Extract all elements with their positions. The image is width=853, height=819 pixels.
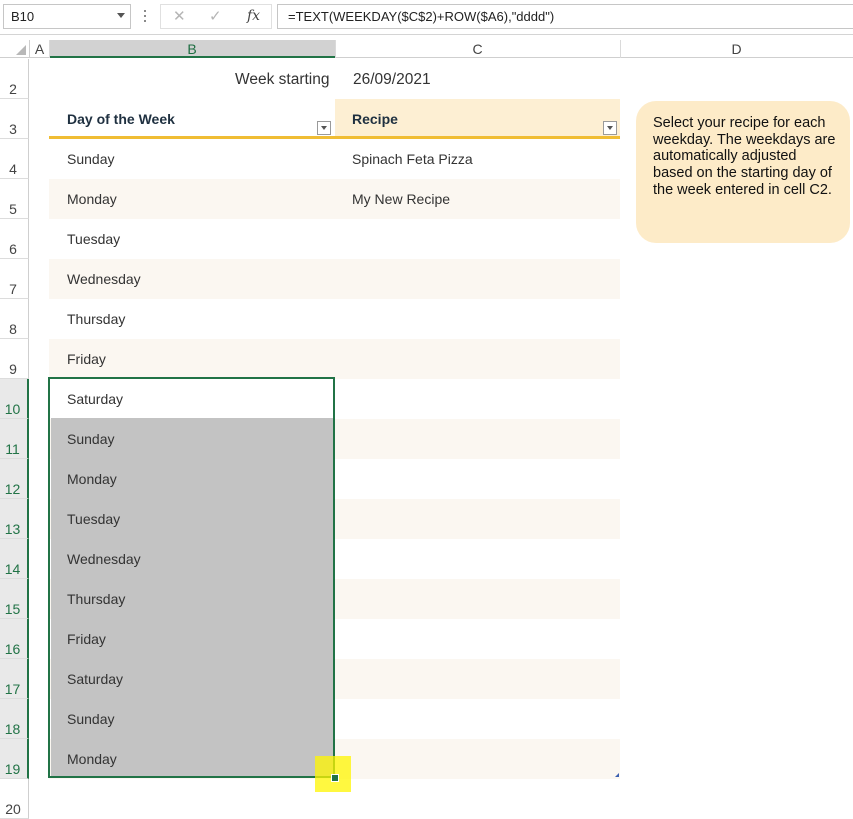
row-number: 15 [4, 601, 21, 617]
table-resize-handle[interactable] [615, 773, 619, 777]
column-divider[interactable] [49, 40, 50, 58]
day-cell[interactable]: Wednesday [67, 271, 141, 287]
row-header[interactable]: 7 [0, 259, 29, 299]
week-starting-label: Week starting [235, 71, 330, 88]
row-header[interactable]: 13 [0, 499, 29, 539]
row-number: 3 [9, 121, 17, 137]
band-row [49, 179, 620, 219]
row-header[interactable]: 8 [0, 299, 29, 339]
formula-input[interactable]: =TEXT(WEEKDAY($C$2)+ROW($A6),"dddd") [277, 4, 853, 29]
row-header[interactable]: 9 [0, 339, 29, 379]
name-box-dropdown-icon[interactable] [117, 13, 125, 18]
row-header[interactable]: 17 [0, 659, 29, 699]
row-header[interactable]: 20 [0, 779, 29, 819]
name-box-value: B10 [11, 9, 35, 24]
instruction-note: Select your recipe for each weekday. The… [636, 101, 850, 243]
row-header[interactable]: 2 [0, 59, 29, 99]
day-cell[interactable]: Sunday [67, 151, 114, 167]
row-number: 17 [4, 681, 21, 697]
column-header-a[interactable]: A [30, 40, 49, 58]
band-row [49, 339, 620, 379]
row-header[interactable]: 18 [0, 699, 29, 739]
row-header[interactable]: 12 [0, 459, 29, 499]
row-number: 8 [9, 321, 17, 337]
column-header-b[interactable]: B [49, 40, 335, 58]
day-cell[interactable]: Tuesday [67, 231, 120, 247]
row-number: 20 [5, 801, 21, 817]
column-divider[interactable] [620, 40, 621, 58]
formula-buttons: ✕ ✓ fx [160, 4, 272, 29]
row-header[interactable]: 4 [0, 139, 29, 179]
row-number: 14 [4, 561, 21, 577]
dropdown-arrow-icon[interactable] [317, 121, 331, 135]
column-header-d[interactable]: D [620, 40, 853, 58]
day-cell[interactable]: Thursday [67, 311, 125, 327]
row-number: 11 [5, 441, 20, 457]
row-header[interactable]: 11 [0, 419, 29, 459]
row-number: 19 [4, 761, 21, 777]
row-header[interactable]: 16 [0, 619, 29, 659]
week-starting-value[interactable]: 26/09/2021 [353, 71, 431, 89]
row-header[interactable]: 3 [0, 99, 29, 139]
recipe-header[interactable]: Recipe [352, 111, 398, 127]
row-number: 5 [9, 201, 17, 217]
recipe-cell[interactable]: Spinach Feta Pizza [352, 151, 473, 167]
row-header[interactable]: 15 [0, 579, 29, 619]
row-number: 10 [4, 401, 21, 417]
select-all-corner[interactable] [0, 40, 30, 58]
row-number: 4 [9, 161, 17, 177]
cancel-icon[interactable]: ✕ [173, 7, 193, 25]
row-number: 2 [9, 81, 17, 97]
header-underline [49, 136, 620, 139]
day-cell[interactable]: Monday [67, 191, 117, 207]
row-number: 18 [4, 721, 21, 737]
name-box[interactable]: B10 [3, 4, 131, 29]
enter-icon[interactable]: ✓ [209, 7, 229, 25]
row-number: 12 [4, 481, 21, 497]
grip-icon[interactable] [143, 10, 147, 24]
function-icon[interactable]: fx [247, 8, 267, 26]
day-cell[interactable]: Friday [67, 351, 106, 367]
day-of-week-header[interactable]: Day of the Week [67, 111, 175, 127]
recipe-cell[interactable]: My New Recipe [352, 191, 450, 207]
column-header-c[interactable]: C [335, 40, 620, 58]
selection-border [48, 377, 335, 778]
row-header[interactable]: 6 [0, 219, 29, 259]
row-number: 16 [4, 641, 21, 657]
row-number: 9 [9, 361, 17, 377]
row-header[interactable]: 10 [0, 379, 29, 419]
row-number: 6 [9, 241, 17, 257]
column-divider[interactable] [335, 40, 336, 58]
row-header[interactable]: 19 [0, 739, 29, 779]
formula-bar: B10 ✕ ✓ fx =TEXT(WEEKDAY($C$2)+ROW($A6),… [0, 0, 853, 35]
fill-handle-icon[interactable] [331, 774, 339, 782]
row-number: 13 [4, 521, 21, 537]
dropdown-arrow-icon[interactable] [603, 121, 617, 135]
row-header[interactable]: 14 [0, 539, 29, 579]
row-number: 7 [9, 281, 17, 297]
row-header[interactable]: 5 [0, 179, 29, 219]
